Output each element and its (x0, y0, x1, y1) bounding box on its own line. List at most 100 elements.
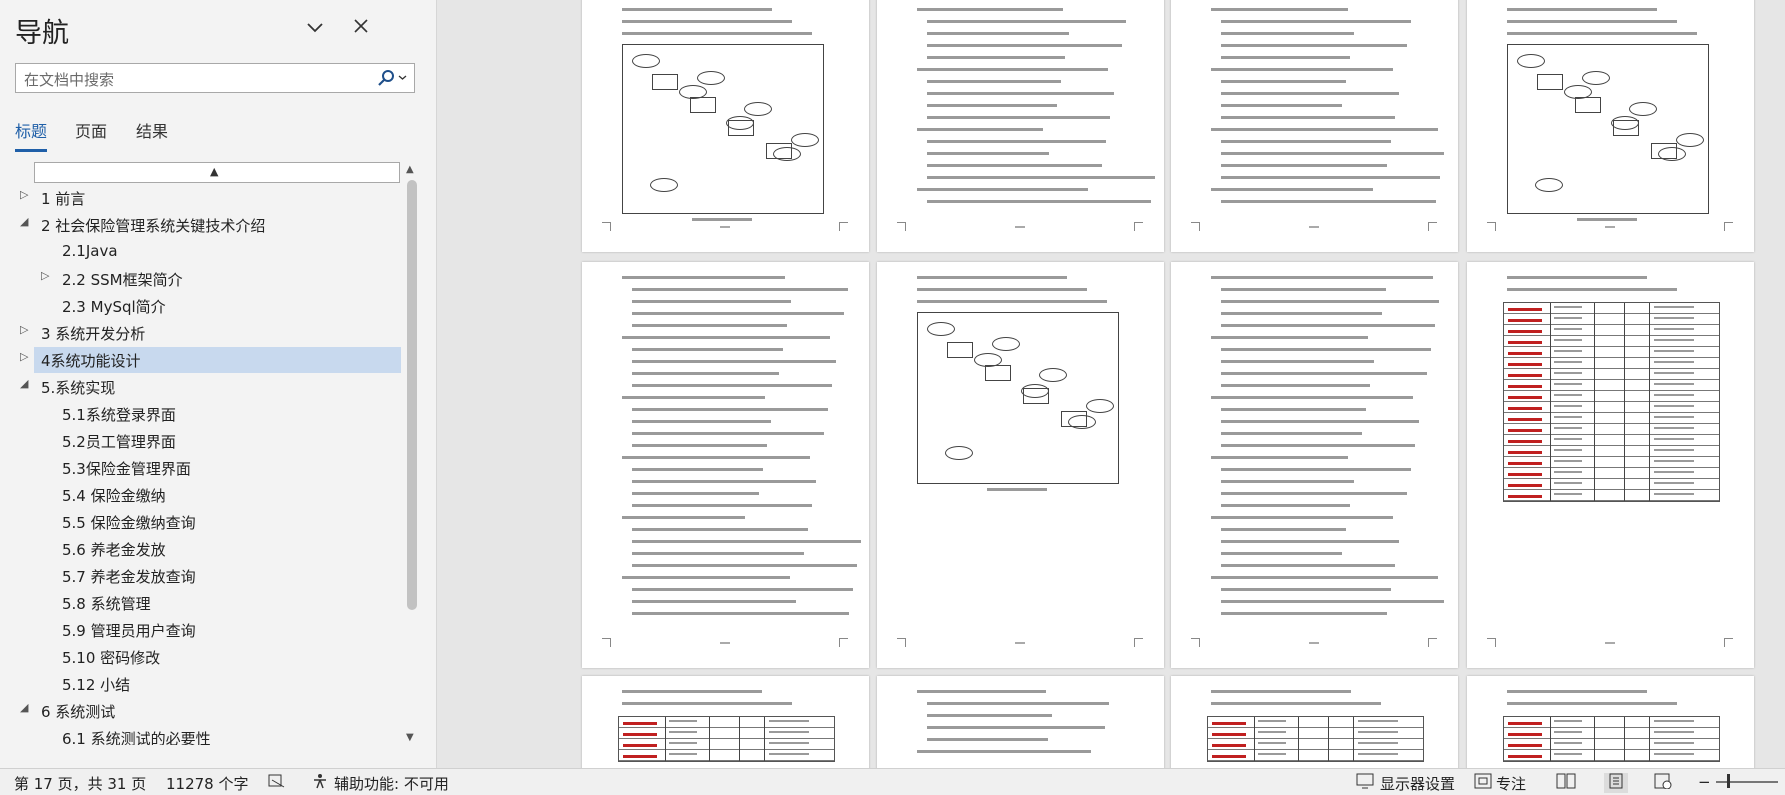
print-layout-icon[interactable] (1604, 773, 1628, 793)
spellcheck-underline (1212, 722, 1246, 725)
zoom-slider[interactable] (1716, 781, 1778, 783)
spellcheck-underline (1508, 484, 1542, 487)
document-page[interactable] (1171, 676, 1458, 768)
diagram-node (744, 102, 772, 116)
heading-item[interactable]: 5.1系统登录界面 (0, 401, 401, 427)
table-column-line (1328, 717, 1329, 761)
document-page[interactable] (1467, 676, 1754, 768)
document-multipage-view[interactable] (437, 0, 1785, 768)
document-page[interactable] (1467, 262, 1754, 668)
display-settings-button[interactable]: 显示器设置 (1380, 773, 1455, 794)
heading-item[interactable]: 5.6 养老金发放 (0, 536, 401, 562)
text-line (1221, 372, 1427, 375)
tab-headings[interactable]: 标题 (15, 118, 47, 142)
table-cell (1554, 493, 1582, 495)
text-line (927, 80, 1061, 83)
expand-toggle-icon[interactable]: ▷ (41, 269, 49, 282)
heading-item[interactable]: 5.3保险金管理界面 (0, 455, 401, 481)
table-cell (1358, 742, 1398, 744)
text-line (622, 690, 762, 693)
document-page[interactable] (877, 262, 1164, 668)
expand-toggle-icon[interactable]: ▷ (20, 323, 28, 336)
heading-item[interactable]: 5.9 管理员用户查询 (0, 617, 401, 643)
tab-results[interactable]: 结果 (136, 118, 168, 142)
crop-mark (1428, 638, 1437, 647)
focus-icon[interactable] (1474, 773, 1492, 793)
web-layout-icon[interactable] (1654, 773, 1672, 793)
expand-toggle-icon[interactable]: ▷ (20, 350, 28, 363)
table-cell (1554, 383, 1582, 385)
heading-item[interactable]: 5.7 养老金发放查询 (0, 563, 401, 589)
heading-item[interactable]: 5.2员工管理界面 (0, 428, 401, 454)
scroll-to-top-bar[interactable]: ▲ (34, 162, 400, 183)
diagram-box (1061, 411, 1087, 427)
page-number-mark (1015, 226, 1025, 228)
table-cell (1654, 471, 1694, 473)
zoom-out-button[interactable]: − (1698, 773, 1711, 791)
heading-item[interactable]: ▷ 3 系统开发分析 (0, 320, 401, 346)
heading-item[interactable]: 5.4 保险金缴纳 (0, 482, 401, 508)
text-line (1507, 8, 1657, 11)
proofing-icon[interactable] (268, 773, 286, 793)
zoom-slider-thumb[interactable] (1727, 774, 1730, 788)
crop-mark (1134, 638, 1143, 647)
table-cell (1654, 427, 1694, 429)
table-cell (669, 720, 697, 722)
chevron-down-icon[interactable] (302, 14, 328, 40)
document-page[interactable] (1171, 0, 1458, 252)
heading-item[interactable]: ▷ 4系统功能设计 (20, 347, 401, 373)
text-line (917, 128, 1043, 131)
heading-item[interactable]: 2.1Java (0, 239, 401, 265)
document-page[interactable] (1467, 0, 1754, 252)
accessibility-icon[interactable] (312, 773, 328, 793)
search-icon[interactable] (374, 68, 410, 88)
crop-mark (839, 638, 848, 647)
nav-scrollbar[interactable]: ▲ ▼ (403, 162, 421, 747)
spellcheck-underline (1508, 429, 1542, 432)
table-row (619, 750, 834, 761)
heading-item[interactable]: 6.1 系统测试的必要性 (0, 725, 401, 745)
document-page[interactable] (1171, 262, 1458, 668)
heading-item[interactable]: 2.3 MySql简介 (0, 293, 401, 319)
accessibility-status[interactable]: 辅助功能: 不可用 (334, 773, 449, 794)
crop-mark (1487, 638, 1496, 647)
heading-item[interactable]: 5.10 密码修改 (0, 644, 401, 670)
table-cell (1654, 317, 1694, 319)
heading-item[interactable]: 5.5 保险金缴纳查询 (0, 509, 401, 535)
heading-item[interactable]: ◢ 2 社会保险管理系统关键技术介绍 (0, 212, 401, 238)
table-cell (1654, 438, 1694, 440)
heading-item[interactable]: ◢ 5.系统实现 (0, 374, 401, 400)
collapse-toggle-icon[interactable]: ◢ (20, 377, 28, 390)
diagram-box (652, 74, 678, 90)
scrollbar-thumb[interactable] (407, 180, 417, 610)
spellcheck-underline (1508, 363, 1542, 366)
read-mode-icon[interactable] (1556, 773, 1576, 793)
collapse-toggle-icon[interactable]: ◢ (20, 215, 28, 228)
heading-item[interactable]: ◢ 6 系统测试 (0, 698, 401, 724)
heading-label: 5.6 养老金发放 (62, 541, 166, 559)
document-page[interactable] (877, 676, 1164, 768)
display-settings-icon[interactable] (1356, 773, 1376, 793)
scroll-up-arrow-icon[interactable]: ▲ (406, 164, 414, 175)
document-page[interactable] (582, 676, 869, 768)
close-icon[interactable] (348, 14, 374, 40)
search-input[interactable]: 在文档中搜索 (15, 63, 415, 93)
page-number-mark (1015, 642, 1025, 644)
heading-item[interactable]: 5.12 小结 (0, 671, 401, 697)
heading-item[interactable]: ▷ 1 前言 (0, 185, 401, 211)
document-page[interactable] (877, 0, 1164, 252)
scroll-down-arrow-icon[interactable]: ▼ (406, 732, 414, 743)
document-page[interactable] (582, 262, 869, 668)
tab-pages[interactable]: 页面 (75, 118, 107, 142)
collapse-toggle-icon[interactable]: ◢ (20, 701, 28, 714)
table-cell (1258, 720, 1286, 722)
expand-toggle-icon[interactable]: ▷ (20, 188, 28, 201)
text-line (1221, 104, 1342, 107)
heading-item[interactable]: 5.8 系统管理 (0, 590, 401, 616)
page-counter[interactable]: 第 17 页，共 31 页 (14, 773, 146, 794)
document-page[interactable] (582, 0, 869, 252)
table-column-line (1649, 303, 1650, 501)
focus-button[interactable]: 专注 (1496, 773, 1526, 794)
heading-item[interactable]: ▷ 2.2 SSM框架简介 (0, 266, 401, 292)
word-count[interactable]: 11278 个字 (166, 773, 249, 794)
